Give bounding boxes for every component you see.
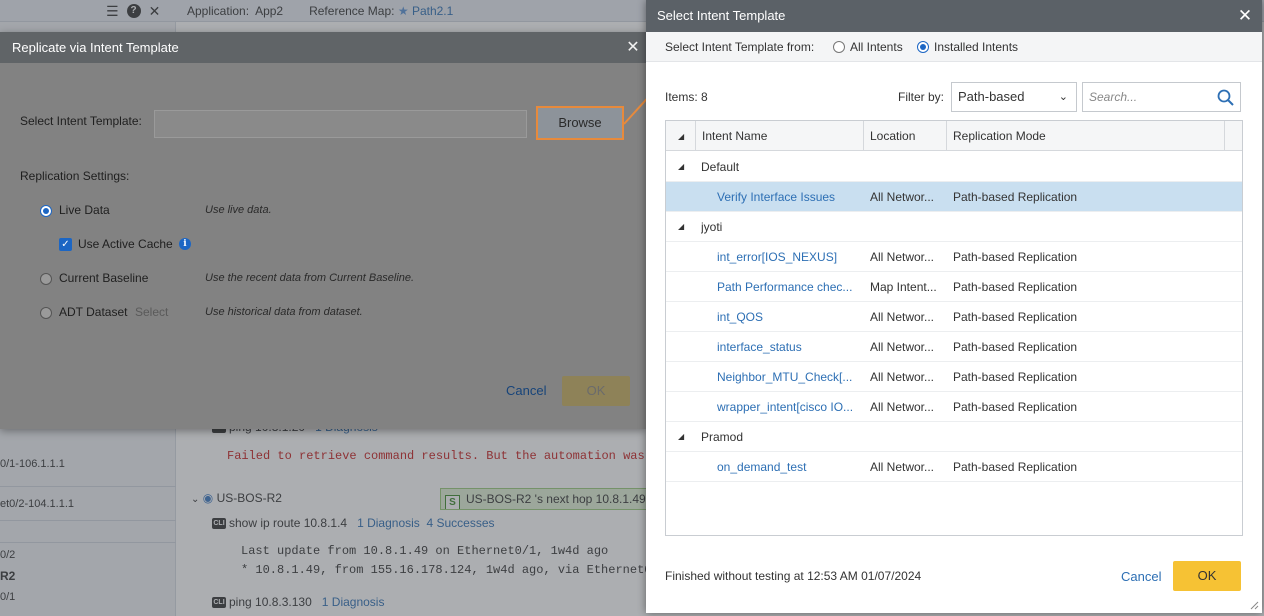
group-row-default[interactable]: ◢ Default: [666, 152, 1242, 182]
current-baseline-desc: Use the recent data from Current Baselin…: [205, 272, 415, 284]
adt-dataset-desc: Use historical data from dataset.: [205, 306, 363, 318]
close-icon[interactable]: ✕: [625, 32, 641, 63]
collapse-triangle-icon[interactable]: ◢: [678, 432, 684, 441]
table-header: ◢ Intent Name Location Replication Mode: [666, 121, 1242, 151]
close-icon[interactable]: ✕: [1237, 0, 1253, 32]
installed-intents-label[interactable]: Installed Intents: [934, 40, 1018, 54]
filter-select[interactable]: Path-based ⌄: [951, 82, 1077, 112]
intent-mode: Path-based Replication: [953, 190, 1078, 204]
resize-handle-icon[interactable]: [1249, 600, 1259, 610]
table-row[interactable]: Neighbor_MTU_Check[... All Networ... Pat…: [666, 362, 1242, 392]
table-row[interactable]: on_demand_test All Networ... Path-based …: [666, 452, 1242, 482]
intent-mode: Path-based Replication: [953, 370, 1078, 384]
search-icon[interactable]: [1216, 88, 1236, 108]
all-intents-radio[interactable]: [833, 41, 845, 53]
live-data-desc: Use live data.: [205, 204, 272, 216]
select-template-label: Select Intent Template:: [20, 114, 142, 128]
live-data-radio[interactable]: [40, 205, 52, 217]
adt-dataset-label[interactable]: ADT Dataset: [59, 305, 127, 319]
intent-name[interactable]: Neighbor_MTU_Check[...: [717, 362, 862, 392]
items-count: Items: 8: [665, 90, 708, 104]
adt-dataset-radio[interactable]: [40, 307, 52, 319]
intent-location: All Networ...: [870, 190, 935, 204]
source-bar: Select Intent Template from: All Intents…: [646, 32, 1262, 62]
chevron-down-icon: ⌄: [1058, 91, 1068, 103]
column-location[interactable]: Location: [864, 121, 947, 151]
search-input[interactable]: Search...: [1082, 82, 1241, 112]
collapse-triangle-icon[interactable]: ◢: [678, 162, 684, 171]
table-row[interactable]: interface_status All Networ... Path-base…: [666, 332, 1242, 362]
all-intents-label[interactable]: All Intents: [850, 40, 903, 54]
intent-mode: Path-based Replication: [953, 310, 1078, 324]
use-active-cache-checkbox[interactable]: ✓: [59, 238, 72, 251]
intent-location: All Networ...: [870, 460, 935, 474]
replicate-dialog: Replicate via Intent Template ✕ Select I…: [0, 32, 647, 429]
intent-mode: Path-based Replication: [953, 250, 1078, 264]
group-name: Default: [701, 160, 740, 174]
intent-mode: Path-based Replication: [953, 400, 1078, 414]
footer-status: Finished without testing at 12:53 AM 01/…: [665, 569, 922, 583]
intent-name[interactable]: int_error[IOS_NEXUS]: [717, 242, 862, 272]
intent-location: All Networ...: [870, 340, 935, 354]
cancel-button[interactable]: Cancel: [1121, 569, 1161, 584]
group-name: jyoti: [701, 220, 723, 234]
intent-location: All Networ...: [870, 370, 935, 384]
intent-name[interactable]: int_QOS: [717, 302, 862, 332]
intent-location: All Networ...: [870, 400, 935, 414]
dialog-title: Replicate via Intent Template: [12, 40, 179, 55]
table-row[interactable]: Path Performance chec... Map Intent... P…: [666, 272, 1242, 302]
intent-mode: Path-based Replication: [953, 280, 1078, 294]
dialog-header: Replicate via Intent Template ✕: [0, 32, 647, 63]
column-replication-mode[interactable]: Replication Mode: [947, 121, 1225, 151]
group-name: Pramod: [701, 430, 744, 444]
source-label: Select Intent Template from:: [665, 40, 815, 54]
intent-name[interactable]: interface_status: [717, 332, 862, 362]
column-intent-name[interactable]: Intent Name: [696, 121, 864, 151]
intent-location: All Networ...: [870, 310, 935, 324]
installed-intents-radio[interactable]: [917, 41, 929, 53]
dialog-header: Select Intent Template ✕: [646, 0, 1262, 32]
table-row[interactable]: int_error[IOS_NEXUS] All Networ... Path-…: [666, 242, 1242, 272]
intent-name[interactable]: wrapper_intent[cisco IO...: [717, 392, 862, 422]
template-input[interactable]: [154, 110, 527, 138]
replication-settings-label: Replication Settings:: [20, 169, 130, 183]
ok-button[interactable]: OK: [1173, 561, 1241, 591]
select-intent-dialog: Select Intent Template ✕ Select Intent T…: [646, 0, 1262, 613]
intent-name[interactable]: Path Performance chec...: [717, 272, 862, 302]
use-active-cache-label[interactable]: Use Active Cache: [78, 237, 173, 251]
intent-mode: Path-based Replication: [953, 340, 1078, 354]
filter-label: Filter by:: [898, 90, 945, 104]
info-icon[interactable]: i: [179, 238, 191, 250]
current-baseline-radio[interactable]: [40, 273, 52, 285]
current-baseline-label[interactable]: Current Baseline: [59, 271, 148, 285]
expand-all-column[interactable]: ◢: [666, 121, 696, 151]
group-row-jyoti[interactable]: ◢ jyoti: [666, 212, 1242, 242]
dialog-title: Select Intent Template: [657, 8, 786, 23]
ok-button[interactable]: OK: [562, 376, 630, 406]
table-row[interactable]: Verify Interface Issues All Networ... Pa…: [666, 182, 1242, 212]
cancel-button[interactable]: Cancel: [506, 383, 546, 398]
table-row[interactable]: wrapper_intent[cisco IO... All Networ...…: [666, 392, 1242, 422]
intent-name[interactable]: on_demand_test: [717, 452, 862, 482]
group-row-pramod[interactable]: ◢ Pramod: [666, 422, 1242, 452]
browse-button[interactable]: Browse: [536, 106, 624, 140]
intent-location: Map Intent...: [870, 280, 937, 294]
live-data-label[interactable]: Live Data: [59, 203, 110, 217]
collapse-triangle-icon[interactable]: ◢: [678, 222, 684, 231]
table-row[interactable]: int_QOS All Networ... Path-based Replica…: [666, 302, 1242, 332]
intent-name[interactable]: Verify Interface Issues: [717, 182, 862, 212]
intent-mode: Path-based Replication: [953, 460, 1078, 474]
dataset-select-link[interactable]: Select: [135, 305, 168, 319]
collapse-triangle-icon[interactable]: ◢: [678, 122, 684, 152]
intent-location: All Networ...: [870, 250, 935, 264]
intent-table: ◢ Intent Name Location Replication Mode …: [665, 120, 1243, 536]
